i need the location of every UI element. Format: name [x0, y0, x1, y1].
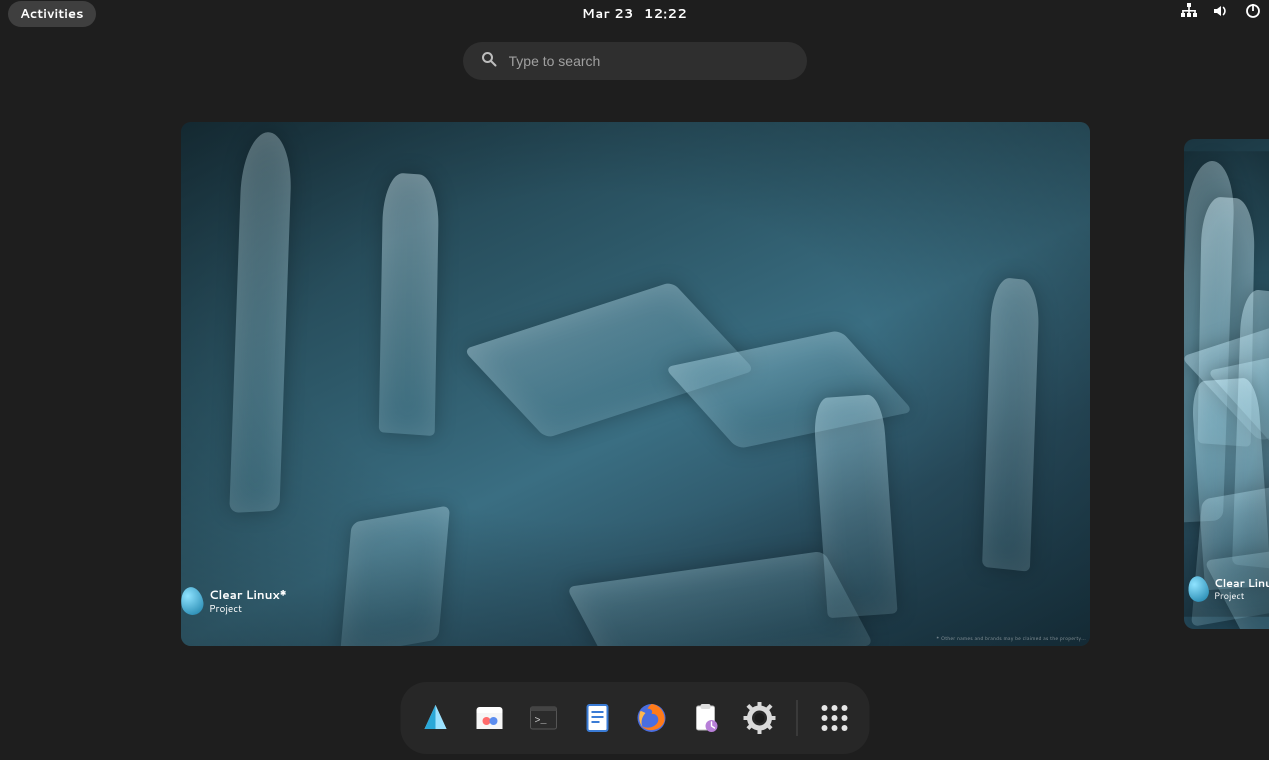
wallpaper	[181, 122, 1090, 646]
power-icon	[1245, 3, 1261, 24]
drop-icon	[1186, 575, 1210, 604]
brand-sub: Project	[1214, 590, 1269, 603]
activities-button[interactable]: Activities	[8, 1, 96, 27]
svg-text:>_: >_	[534, 716, 547, 727]
search-input[interactable]	[509, 53, 789, 69]
workspace-thumbnail-2[interactable]: Clear Linux* Project	[1184, 139, 1269, 629]
system-tray[interactable]	[1181, 3, 1261, 24]
search-icon	[481, 50, 497, 73]
trademark-footnote: * Other names and brands may be claimed …	[936, 635, 1086, 642]
workspace-switcher: Clear Linux* Project * Other names and b…	[0, 122, 1269, 646]
dash: >_	[400, 682, 869, 754]
workspace-thumbnail-1[interactable]: Clear Linux* Project * Other names and b…	[181, 122, 1090, 646]
settings-icon[interactable]	[742, 701, 776, 735]
software-center-icon[interactable]	[472, 701, 506, 735]
show-applications-button[interactable]	[817, 701, 851, 735]
terminal-icon[interactable]: >_	[526, 701, 560, 735]
wallpaper	[1184, 151, 1269, 617]
app-grid-icon	[821, 705, 847, 731]
brand-name: Clear Linux*	[1214, 575, 1269, 591]
date-label: Mar 23	[582, 5, 634, 23]
drop-icon	[181, 585, 205, 616]
files-app-icon[interactable]	[418, 701, 452, 735]
brand-sub: Project	[209, 602, 287, 616]
clipboard-icon[interactable]	[688, 701, 722, 735]
top-bar: Activities Mar 23 12:22	[0, 0, 1269, 27]
distro-logo: Clear Linux* Project	[1188, 575, 1269, 603]
network-wired-icon	[1181, 3, 1197, 24]
clock-button[interactable]: Mar 23 12:22	[582, 5, 687, 23]
volume-icon	[1213, 3, 1229, 24]
text-editor-icon[interactable]	[580, 701, 614, 735]
time-label: 12:22	[644, 5, 687, 23]
firefox-icon[interactable]	[634, 701, 668, 735]
distro-logo: Clear Linux* Project	[181, 586, 287, 616]
brand-name: Clear Linux*	[209, 586, 287, 603]
dash-separator	[796, 700, 797, 736]
overview-search[interactable]	[463, 42, 807, 80]
